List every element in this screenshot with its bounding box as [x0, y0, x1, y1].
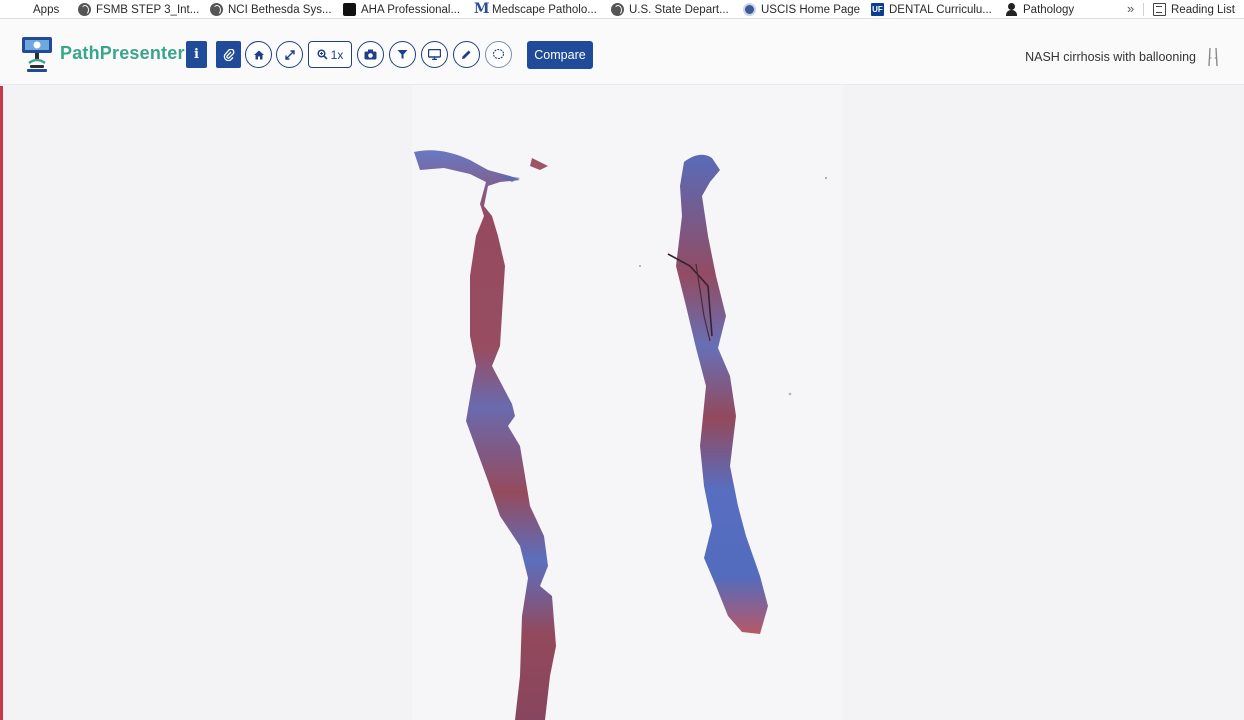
bookmark-label: USCIS Home Page [761, 3, 861, 16]
bookmark-dental[interactable]: UF DENTAL Curriculu... [871, 0, 992, 19]
compare-button[interactable]: Compare [527, 41, 593, 69]
reading-list-label: Reading List [1171, 3, 1235, 16]
person-icon [1005, 3, 1018, 16]
case-title: NASH cirrhosis with ballooning [1025, 50, 1196, 64]
medscape-icon: M [474, 1, 490, 17]
app-toolbar: PathPresenter i 1x Compare NASH cirrhosi… [0, 19, 1244, 85]
bookmark-label: U.S. State Depart... [629, 3, 729, 16]
camera-icon [364, 49, 377, 60]
expand-icon [284, 49, 295, 60]
paperclip-icon [223, 48, 234, 61]
globe-icon [611, 3, 624, 16]
reading-list-button[interactable]: Reading List [1153, 0, 1235, 19]
apps-grid-icon [15, 3, 28, 16]
tissue-section-image [414, 150, 827, 720]
bookmark-uscis[interactable]: USCIS Home Page [743, 0, 860, 19]
present-button[interactable] [421, 41, 448, 68]
uf-icon: UF [871, 3, 884, 16]
filter-icon [397, 50, 408, 59]
bookmarks-bar: Apps FSMB STEP 3_Int... NCI Bethesda Sys… [0, 0, 1244, 19]
brand-name: PathPresenter [60, 42, 185, 63]
microscope-logo-icon [22, 37, 52, 72]
fullscreen-button[interactable] [276, 41, 303, 68]
bookmark-medscape[interactable]: M Medscape Patholo... [474, 0, 597, 19]
bookmark-nci[interactable]: NCI Bethesda Sys... [210, 0, 332, 19]
bookmark-label: NCI Bethesda Sys... [228, 3, 332, 16]
annotate-button[interactable] [453, 41, 480, 68]
info-button[interactable]: i [186, 41, 207, 68]
screenshot-button[interactable] [357, 41, 384, 68]
bookmarks-divider [1143, 3, 1144, 16]
zoom-level: 1x [330, 47, 344, 62]
filter-button[interactable] [389, 41, 416, 68]
bookmark-fsmb[interactable]: FSMB STEP 3_Int... [78, 0, 199, 19]
bookmark-label: Pathology [1023, 3, 1075, 16]
lasso-icon [492, 48, 505, 60]
seal-icon [743, 3, 756, 16]
bookmark-label: Apps [33, 3, 60, 16]
pencil-icon [462, 50, 471, 59]
zoom-icon [317, 49, 328, 60]
brand-logo[interactable]: PathPresenter [20, 33, 185, 73]
home-button[interactable] [245, 41, 272, 68]
globe-icon [78, 3, 91, 16]
bookmark-aha[interactable]: AHA Professional... [343, 0, 460, 19]
home-icon [253, 50, 264, 59]
aha-icon [343, 3, 356, 16]
bookmark-apps[interactable]: Apps [15, 0, 59, 19]
info-icon: i [194, 47, 199, 62]
bookmarks-overflow-button[interactable]: » [1127, 0, 1134, 19]
bookmark-label: DENTAL Curriculu... [889, 3, 992, 16]
bookmark-state-dept[interactable]: U.S. State Depart... [611, 0, 729, 19]
bookmark-pathology[interactable]: Pathology [1005, 0, 1074, 19]
bookmark-label: FSMB STEP 3_Int... [96, 3, 200, 16]
monitor-icon [428, 49, 441, 60]
attachment-button[interactable] [216, 41, 241, 68]
bookmark-label: Medscape Patholo... [492, 3, 597, 16]
dissecting-tools-icon[interactable] [1205, 46, 1221, 68]
zoom-button[interactable]: 1x [308, 41, 352, 68]
lasso-button[interactable] [485, 41, 512, 68]
bookmark-label: AHA Professional... [361, 3, 461, 16]
reading-list-icon [1153, 3, 1166, 16]
globe-icon [210, 3, 223, 16]
slide-viewer[interactable] [0, 86, 1244, 720]
